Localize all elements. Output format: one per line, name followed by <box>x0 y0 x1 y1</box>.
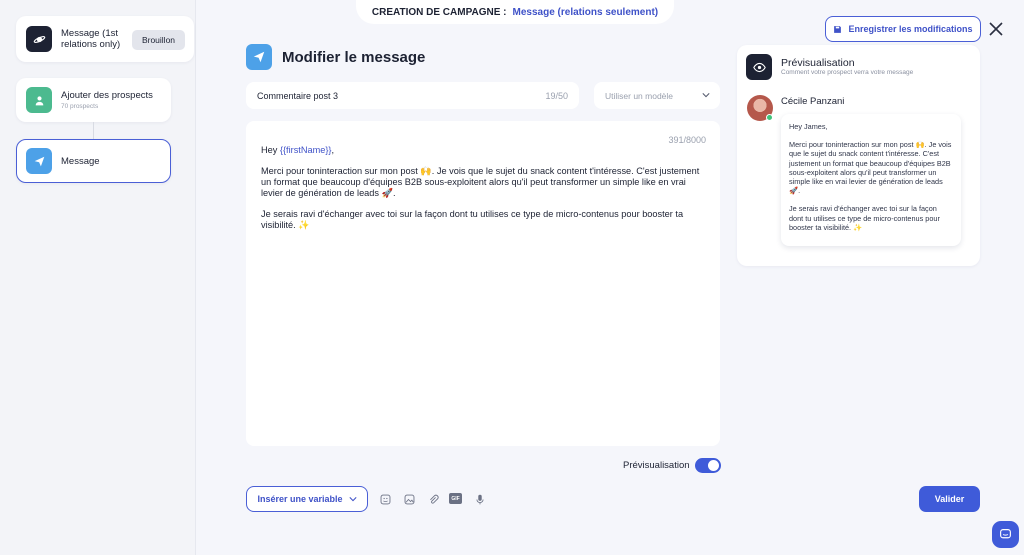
comment-counter: 19/50 <box>545 91 568 101</box>
preview-sender-name: Cécile Panzani <box>781 96 845 107</box>
breadcrumb-value: Message (relations seulement) <box>512 6 659 18</box>
emoji-icon[interactable] <box>379 493 391 505</box>
comment-value: Commentaire post 3 <box>257 91 339 101</box>
campaign-card[interactable]: Message (1st relations only) Brouillon <box>16 16 194 62</box>
step-add-prospects[interactable]: Ajouter des prospects 70 prospects <box>16 78 171 122</box>
step-message[interactable]: Message <box>16 139 171 183</box>
step-sub: 70 prospects <box>61 103 99 110</box>
chat-icon <box>1000 529 1011 539</box>
save-icon <box>834 25 842 33</box>
step-label: Message <box>61 156 100 167</box>
comment-input[interactable]: Commentaire post 3 19/50 <box>246 82 579 109</box>
campaign-icon <box>26 26 52 52</box>
message-editor[interactable]: 391/8000 Hey {{firstName}}, Merci pour t… <box>246 121 720 446</box>
char-counter: 391/8000 <box>668 135 706 145</box>
preview-subtitle: Comment votre prospect verra votre messa… <box>781 69 914 76</box>
save-label: Enregistrer les modifications <box>848 24 973 34</box>
campaign-sidebar: Message (1st relations only) Brouillon A… <box>0 0 196 555</box>
send-icon <box>246 44 272 70</box>
message-greeting: Hey {{firstName}}, <box>261 145 335 155</box>
preview-panel: Prévisualisation Comment votre prospect … <box>737 45 980 266</box>
status-badge: Brouillon <box>132 30 185 50</box>
eye-icon <box>746 54 772 80</box>
page-title: Modifier le message <box>282 49 426 66</box>
chevron-down-icon <box>702 93 710 98</box>
message-paragraph: Merci pour toninteraction sur mon post 🙌… <box>261 166 700 198</box>
preview-greeting: Hey James, <box>789 122 828 131</box>
variable-tag: {{firstName}} <box>279 145 332 155</box>
campaign-title: Message (1st relations only) <box>61 28 121 50</box>
attachment-icon[interactable] <box>427 493 439 505</box>
close-icon[interactable] <box>988 21 1004 37</box>
avatar <box>747 95 773 121</box>
send-icon <box>26 148 52 174</box>
user-icon <box>26 87 52 113</box>
preview-toggle[interactable] <box>695 458 721 473</box>
gif-icon[interactable]: GIF <box>449 493 462 504</box>
preview-toggle-label: Prévisualisation <box>623 460 690 471</box>
breadcrumb-label: CREATION DE CAMPAGNE : <box>371 6 507 18</box>
microphone-icon[interactable] <box>474 493 486 505</box>
preview-title: Prévisualisation <box>781 57 855 69</box>
step-connector <box>93 122 94 139</box>
template-placeholder: Utiliser un modèle <box>605 91 674 101</box>
chat-widget-button[interactable] <box>992 521 1019 548</box>
save-button[interactable]: Enregistrer les modifications <box>825 16 981 42</box>
insert-variable-label: Insérer une variable <box>257 494 343 504</box>
image-icon[interactable] <box>403 493 415 505</box>
campaign-breadcrumb: CREATION DE CAMPAGNE : Message (relation… <box>356 0 674 24</box>
preview-bubble: Hey James, Merci pour toninteraction sur… <box>781 114 961 246</box>
online-status-dot <box>766 114 773 121</box>
insert-variable-button[interactable]: Insérer une variable <box>246 486 368 512</box>
template-select[interactable]: Utiliser un modèle <box>594 82 720 109</box>
preview-paragraph: Merci pour toninteraction sur mon post 🙌… <box>789 140 952 196</box>
message-paragraph: Je serais ravi d'échanger avec toi sur l… <box>261 209 684 230</box>
chevron-down-icon <box>348 497 357 502</box>
step-label: Ajouter des prospects <box>61 90 153 101</box>
validate-button[interactable]: Valider <box>919 486 980 512</box>
preview-paragraph: Je serais ravi d'échanger avec toi sur l… <box>789 204 940 232</box>
